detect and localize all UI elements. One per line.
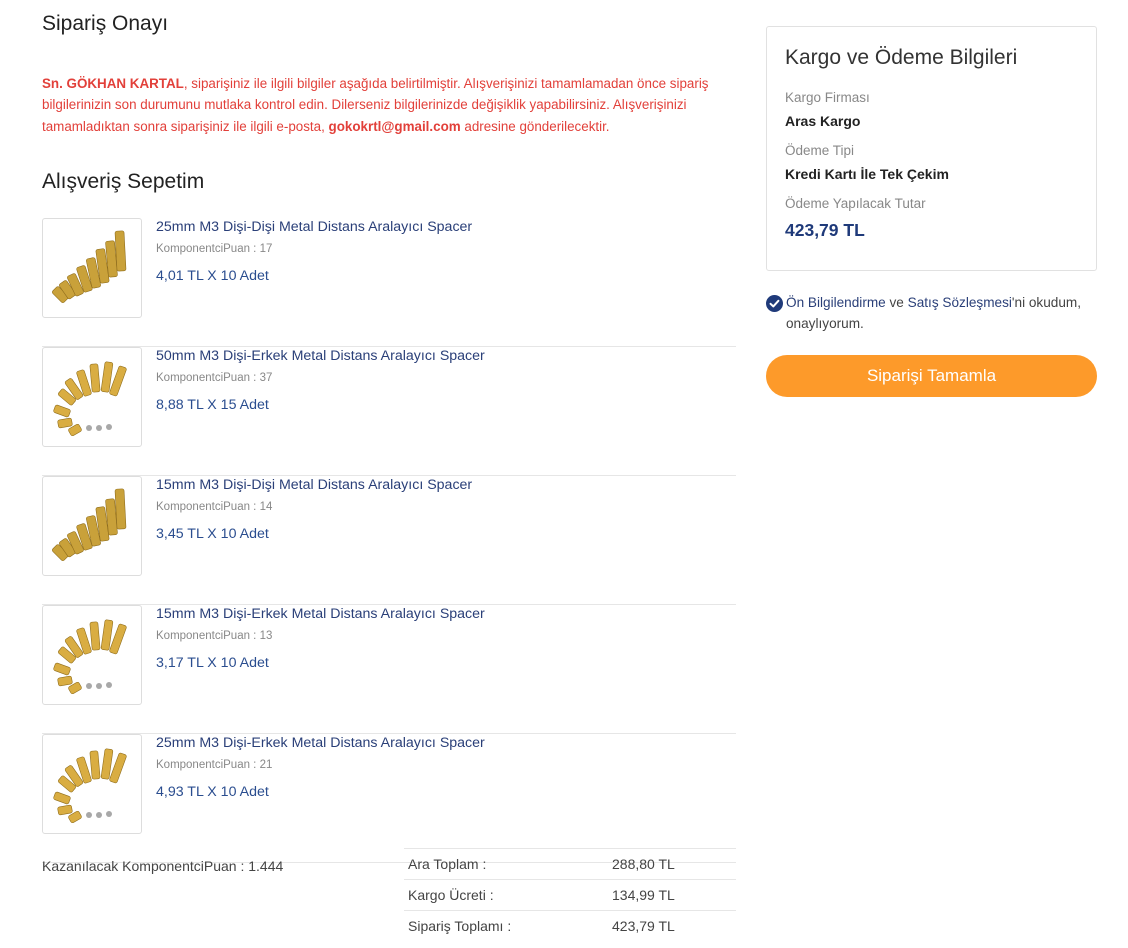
- agreement-between: ve: [885, 295, 908, 310]
- shipping-payment-card: Kargo ve Ödeme Bilgileri Kargo Firması A…: [766, 26, 1097, 271]
- earned-points: Kazanılacak KomponentciPuan : 1.444: [42, 858, 284, 874]
- item-name-link[interactable]: 15mm M3 Dişi-Dişi Metal Distans Aralayıc…: [156, 477, 472, 493]
- agreement: Ön Bilgilendirme ve Satış Sözleşmesi'ni …: [766, 292, 1097, 334]
- item-name-link[interactable]: 25mm M3 Dişi-Erkek Metal Distans Aralayı…: [156, 735, 485, 751]
- item-price: 3,45 TL X 10 Adet: [156, 526, 269, 542]
- brass-spacer-ff-icon[interactable]: [42, 218, 142, 318]
- checkmark-icon: [769, 299, 780, 308]
- order-total-row: Sipariş Toplamı : 423,79 TL: [404, 910, 736, 941]
- cart-item: 50mm M3 Dişi-Erkek Metal Distans Aralayı…: [42, 347, 736, 476]
- cart-item: 15mm M3 Dişi-Erkek Metal Distans Aralayı…: [42, 605, 736, 734]
- order-total-value: 423,79 TL: [612, 918, 675, 934]
- card-title: Kargo ve Ödeme Bilgileri: [785, 46, 1018, 69]
- payment-type-label: Ödeme Tipi: [785, 143, 855, 158]
- cart-title: Alışveriş Sepetim: [42, 170, 205, 193]
- brass-spacer-ff-icon[interactable]: [42, 476, 142, 576]
- cart-item: 25mm M3 Dişi-Dişi Metal Distans Aralayıc…: [42, 218, 736, 347]
- item-points: KomponentciPuan : 13: [156, 630, 273, 642]
- shipping-value: 134,99 TL: [612, 887, 675, 903]
- pre-information-link[interactable]: Ön Bilgilendirme: [786, 295, 886, 310]
- subtotal-value: 288,80 TL: [612, 856, 675, 872]
- agreement-text: Ön Bilgilendirme ve Satış Sözleşmesi'ni …: [766, 292, 1097, 334]
- item-price: 4,01 TL X 10 Adet: [156, 268, 269, 284]
- item-price: 3,17 TL X 10 Adet: [156, 655, 269, 671]
- brass-spacer-fm-icon[interactable]: [42, 347, 142, 447]
- cart-item: 15mm M3 Dişi-Dişi Metal Distans Aralayıc…: [42, 476, 736, 605]
- carrier-label: Kargo Firması: [785, 90, 870, 105]
- shipping-row: Kargo Ücreti : 134,99 TL: [404, 879, 736, 910]
- brass-spacer-fm-icon[interactable]: [42, 605, 142, 705]
- carrier-value: Aras Kargo: [785, 113, 861, 129]
- sales-contract-link[interactable]: Satış Sözleşmesi: [908, 295, 1012, 310]
- page-title: Sipariş Onayı: [42, 12, 169, 35]
- item-points: KomponentciPuan : 21: [156, 759, 273, 771]
- subtotal-row: Ara Toplam : 288,80 TL: [404, 848, 736, 879]
- item-points: KomponentciPuan : 14: [156, 501, 273, 513]
- shipping-label: Kargo Ücreti :: [408, 887, 494, 903]
- order-total-label: Sipariş Toplamı :: [408, 918, 512, 934]
- amount-label: Ödeme Yapılacak Tutar: [785, 196, 926, 211]
- brass-spacer-fm-icon[interactable]: [42, 734, 142, 834]
- complete-order-button[interactable]: Siparişi Tamamla: [766, 355, 1097, 397]
- item-name-link[interactable]: 50mm M3 Dişi-Erkek Metal Distans Aralayı…: [156, 348, 485, 364]
- amount-value: 423,79 TL: [785, 220, 865, 240]
- item-price: 4,93 TL X 10 Adet: [156, 784, 269, 800]
- subtotal-label: Ara Toplam :: [408, 856, 487, 872]
- item-name-link[interactable]: 25mm M3 Dişi-Dişi Metal Distans Aralayıc…: [156, 219, 472, 235]
- item-name-link[interactable]: 15mm M3 Dişi-Erkek Metal Distans Aralayı…: [156, 606, 485, 622]
- item-price: 8,88 TL X 15 Adet: [156, 397, 269, 413]
- order-totals: Ara Toplam : 288,80 TL Kargo Ücreti : 13…: [404, 848, 736, 941]
- cart-item: 25mm M3 Dişi-Erkek Metal Distans Aralayı…: [42, 734, 736, 863]
- notice-text-2: adresine gönderilecektir.: [460, 118, 610, 134]
- item-points: KomponentciPuan : 17: [156, 243, 273, 255]
- payment-type-value: Kredi Kartı İle Tek Çekim: [785, 166, 949, 182]
- customer-name: Sn. GÖKHAN KARTAL: [42, 76, 184, 91]
- customer-email: gokokrtl@gmail.com: [328, 118, 461, 134]
- agreement-checkbox[interactable]: [766, 295, 783, 312]
- order-notice: Sn. GÖKHAN KARTAL, siparişiniz ile ilgil…: [42, 73, 736, 137]
- item-points: KomponentciPuan : 37: [156, 372, 273, 384]
